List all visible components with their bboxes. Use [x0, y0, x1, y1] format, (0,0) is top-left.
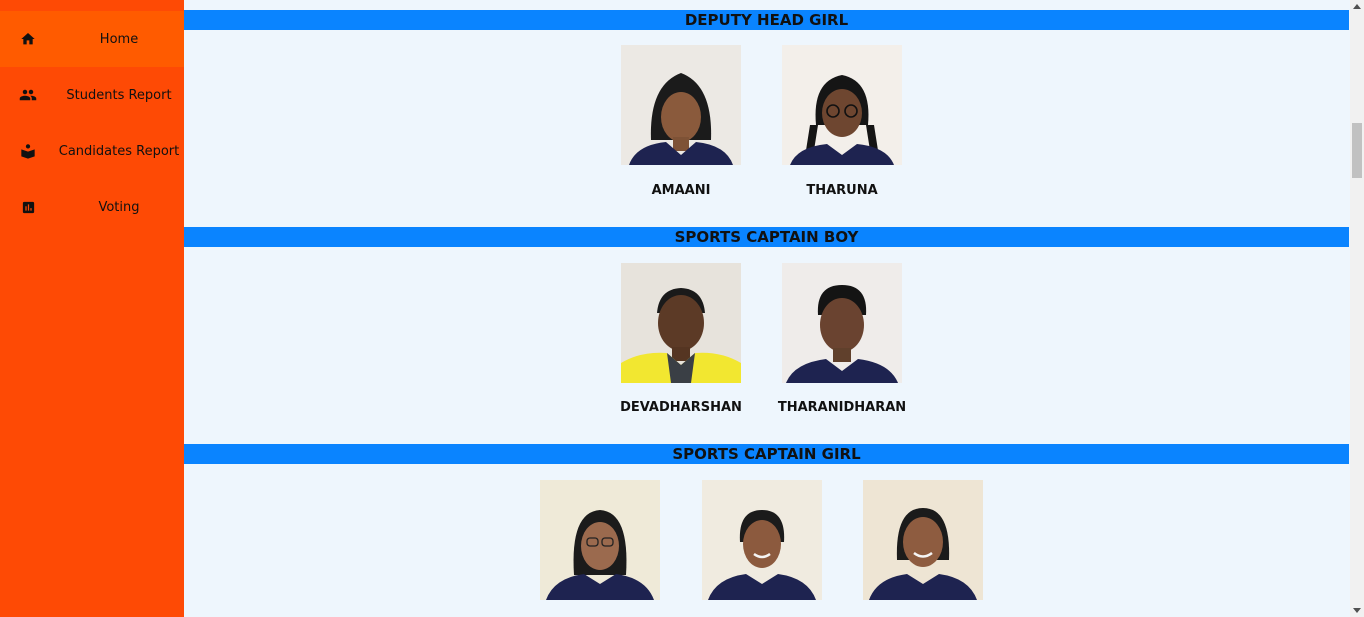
sidebar-item-label: Students Report: [66, 87, 172, 103]
candidate-photo: [540, 480, 660, 600]
candidate-card[interactable]: [621, 263, 741, 383]
sidebar: Home Students Report Candidates Report V…: [0, 0, 184, 617]
sidebar-item-label: Home: [99, 31, 139, 47]
candidate-photo: [621, 263, 741, 383]
scrollbar-thumb[interactable]: [1352, 123, 1362, 178]
candidate-name: THARUNA: [806, 183, 878, 198]
candidate-photo: [782, 263, 902, 383]
scroll-down-arrow-icon[interactable]: [1353, 608, 1361, 613]
candidate-name: THARANIDHARAN: [777, 400, 907, 415]
bar-chart-icon: [0, 200, 56, 215]
candidate-card[interactable]: [540, 480, 660, 600]
sidebar-item-candidates-report[interactable]: Candidates Report: [0, 123, 184, 179]
vertical-scrollbar[interactable]: [1350, 0, 1364, 617]
candidate-card[interactable]: [621, 45, 741, 165]
main-content: DEPUTY HEAD GIRL AMAANI THARUNA SPORTS C…: [184, 0, 1350, 617]
candidate-photo: [621, 45, 741, 165]
scroll-up-arrow-icon[interactable]: [1353, 4, 1361, 9]
book-icon: [0, 143, 56, 159]
sidebar-item-voting[interactable]: Voting: [0, 179, 184, 235]
candidate-card[interactable]: [782, 263, 902, 383]
candidate-name: AMAANI: [651, 183, 711, 198]
section-title-deputy-head-girl: DEPUTY HEAD GIRL: [184, 10, 1349, 30]
home-icon: [0, 31, 56, 47]
sidebar-item-label: Candidates Report: [58, 143, 180, 159]
candidate-name: DEVADHARSHAN: [620, 400, 742, 415]
candidate-photo: [782, 45, 902, 165]
sidebar-item-label: Voting: [98, 199, 140, 215]
sidebar-top-band: [0, 0, 184, 11]
candidate-card[interactable]: [782, 45, 902, 165]
people-icon: [0, 86, 56, 104]
candidate-photo: [702, 480, 822, 600]
section-title-sports-captain-girl: SPORTS CAPTAIN GIRL: [184, 444, 1349, 464]
section-title-sports-captain-boy: SPORTS CAPTAIN BOY: [184, 227, 1349, 247]
candidate-card[interactable]: [863, 480, 983, 600]
sidebar-item-students-report[interactable]: Students Report: [0, 67, 184, 123]
candidate-card[interactable]: [702, 480, 822, 600]
sidebar-item-home[interactable]: Home: [0, 11, 184, 67]
candidate-photo: [863, 480, 983, 600]
